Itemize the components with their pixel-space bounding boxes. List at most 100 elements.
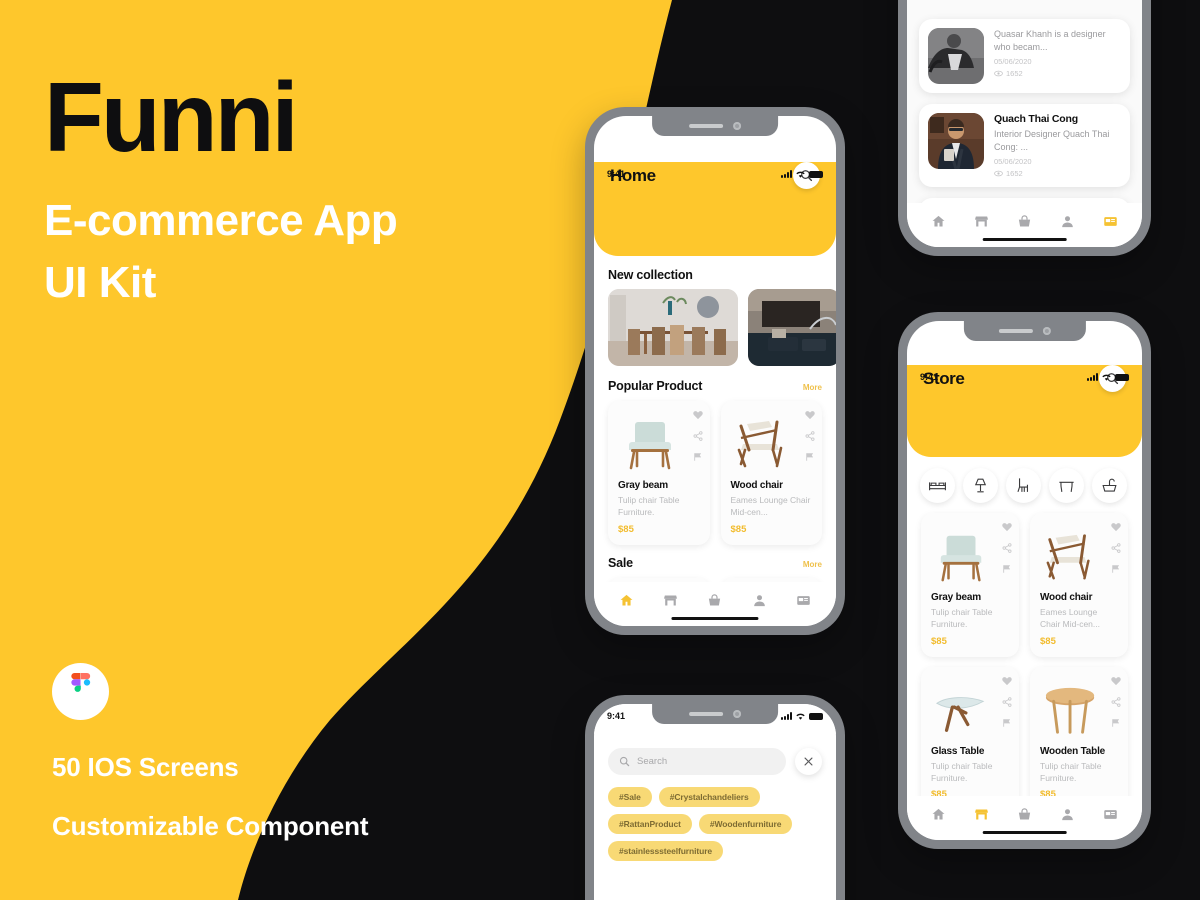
product-desc: Eames Lounge Chair Mid-cen... bbox=[1040, 607, 1100, 630]
tag-chip[interactable]: #RattanProduct bbox=[608, 814, 692, 834]
category-row[interactable] bbox=[907, 468, 1142, 503]
share-icon[interactable] bbox=[693, 431, 703, 441]
flag-icon[interactable] bbox=[693, 452, 703, 462]
phone-store: 9:41 Store Gray beam Tulip chair Table F… bbox=[898, 312, 1151, 849]
basket-icon[interactable] bbox=[1017, 807, 1032, 822]
product-card[interactable]: Wood chair Eames Lounge Chair Mid-cen...… bbox=[1030, 513, 1128, 657]
tag-chip[interactable]: #Crystalchandeliers bbox=[658, 787, 760, 807]
store-icon[interactable] bbox=[974, 807, 989, 822]
new-collection-carousel[interactable] bbox=[594, 289, 836, 366]
gray-beam-chair-image bbox=[940, 535, 982, 582]
person-icon[interactable] bbox=[1060, 807, 1075, 822]
home-icon[interactable] bbox=[619, 593, 634, 608]
product-card[interactable]: Gray beam Tulip chair Table Furniture. $… bbox=[608, 401, 710, 545]
product-name: Wood chair bbox=[730, 480, 783, 491]
close-button[interactable] bbox=[795, 748, 822, 775]
heart-icon[interactable] bbox=[692, 410, 703, 420]
sale-more-link[interactable]: More bbox=[803, 560, 822, 569]
heart-icon[interactable] bbox=[1002, 522, 1012, 532]
product-desc: Tulip chair Table Furniture. bbox=[618, 495, 680, 518]
flag-icon[interactable] bbox=[1002, 718, 1012, 728]
status-icons bbox=[781, 170, 823, 179]
status-bar: 9:41 bbox=[594, 162, 836, 186]
hero-subtitle-line-1: E-commerce App bbox=[44, 195, 398, 245]
speaker-icon bbox=[688, 124, 723, 128]
card-icon[interactable] bbox=[796, 593, 811, 608]
product-card[interactable]: Glass Table Tulip chair Table Furniture.… bbox=[921, 666, 1019, 811]
camera-icon bbox=[732, 122, 741, 130]
category-sink[interactable] bbox=[1092, 468, 1127, 503]
store-icon[interactable] bbox=[974, 214, 989, 229]
popular-more-link[interactable]: More bbox=[803, 383, 822, 392]
collection-image-living[interactable] bbox=[748, 289, 836, 366]
heart-icon[interactable] bbox=[1111, 676, 1121, 686]
wood-chair-image bbox=[1046, 534, 1090, 580]
list-item[interactable]: Quach Thai Cong Interior Designer Quach … bbox=[919, 104, 1130, 188]
product-card[interactable]: Gray beam Tulip chair Table Furniture. $… bbox=[921, 513, 1019, 657]
store-icon[interactable] bbox=[663, 593, 678, 608]
tag-chip[interactable]: #Woodenfurniture bbox=[698, 814, 793, 834]
flag-icon[interactable] bbox=[1002, 564, 1012, 574]
home-icon[interactable] bbox=[931, 214, 946, 229]
basket-icon[interactable] bbox=[707, 593, 722, 608]
basket-icon[interactable] bbox=[1017, 214, 1032, 229]
search-row: Search bbox=[594, 748, 836, 775]
heart-icon[interactable] bbox=[1111, 522, 1121, 532]
share-icon[interactable] bbox=[1111, 696, 1121, 707]
product-image-wood-chair bbox=[1040, 522, 1118, 584]
product-desc: Tulip chair Table Furniture. bbox=[1040, 760, 1102, 783]
product-name: Gray beam bbox=[931, 592, 981, 603]
hero-text-block: Funni E-commerce App UI Kit bbox=[44, 62, 398, 315]
item-views: 1652 bbox=[994, 169, 1121, 178]
product-card-actions bbox=[692, 410, 703, 462]
card-icon[interactable] bbox=[1103, 214, 1118, 229]
page-title: Funni bbox=[44, 62, 299, 172]
category-table[interactable] bbox=[1049, 468, 1084, 503]
feature-screens-count: 50 IOS Screens bbox=[52, 752, 239, 782]
category-bed[interactable] bbox=[920, 468, 955, 503]
bed-icon bbox=[929, 482, 946, 491]
product-image-wooden-table bbox=[1040, 676, 1118, 738]
product-card[interactable]: Wooden Table Tulip chair Table Furniture… bbox=[1030, 666, 1128, 811]
product-name: Wooden Table bbox=[1040, 745, 1106, 757]
sale-title: Sale bbox=[608, 555, 633, 570]
sale-section-header: Sale More bbox=[594, 556, 836, 570]
dining-room-photo bbox=[608, 289, 738, 366]
search-input[interactable]: Search bbox=[608, 748, 786, 775]
popular-title: Popular Product bbox=[608, 379, 703, 393]
gray-beam-chair-image bbox=[628, 422, 671, 470]
person-icon[interactable] bbox=[1060, 214, 1075, 229]
product-card[interactable]: Wood chair Eames Lounge Chair Mid-cen...… bbox=[720, 401, 822, 545]
tag-chip[interactable]: #Sale bbox=[608, 787, 652, 807]
camera-icon bbox=[732, 710, 741, 718]
flag-icon[interactable] bbox=[1111, 718, 1121, 728]
product-name: Wood chair bbox=[1040, 592, 1093, 603]
tag-chip[interactable]: #stainlesssteelfurniture bbox=[608, 841, 724, 861]
cellular-bars-icon bbox=[781, 712, 792, 720]
flag-icon[interactable] bbox=[1111, 564, 1121, 574]
share-icon[interactable] bbox=[805, 431, 815, 441]
notch bbox=[652, 116, 778, 136]
heart-icon[interactable] bbox=[805, 410, 815, 420]
product-card-actions bbox=[1002, 676, 1012, 728]
card-icon[interactable] bbox=[1103, 807, 1118, 822]
list-item[interactable]: Quasar Khanh is a designer who becam... … bbox=[919, 19, 1130, 93]
product-image-wood-chair bbox=[731, 410, 813, 472]
category-chair[interactable] bbox=[1006, 468, 1041, 503]
person-icon[interactable] bbox=[752, 593, 767, 608]
heart-icon[interactable] bbox=[1002, 676, 1012, 686]
category-lamp[interactable] bbox=[963, 468, 998, 503]
item-description: Quasar Khanh is a designer who becam... bbox=[994, 29, 1106, 52]
flag-icon[interactable] bbox=[805, 452, 815, 462]
share-icon[interactable] bbox=[1002, 696, 1012, 707]
search-input-placeholder: Search bbox=[637, 756, 668, 767]
wood-chair-image bbox=[737, 420, 783, 468]
share-icon[interactable] bbox=[1002, 543, 1012, 553]
home-icon[interactable] bbox=[931, 807, 946, 822]
product-card-actions bbox=[1111, 676, 1121, 728]
item-date: 05/06/2020 bbox=[994, 57, 1032, 67]
collection-image-dining[interactable] bbox=[608, 289, 738, 366]
share-icon[interactable] bbox=[1111, 543, 1121, 553]
product-image-glass-table bbox=[931, 676, 1009, 738]
phone-search: 9:41 Search #Sale #Crystalchandeliers #R… bbox=[585, 695, 845, 900]
